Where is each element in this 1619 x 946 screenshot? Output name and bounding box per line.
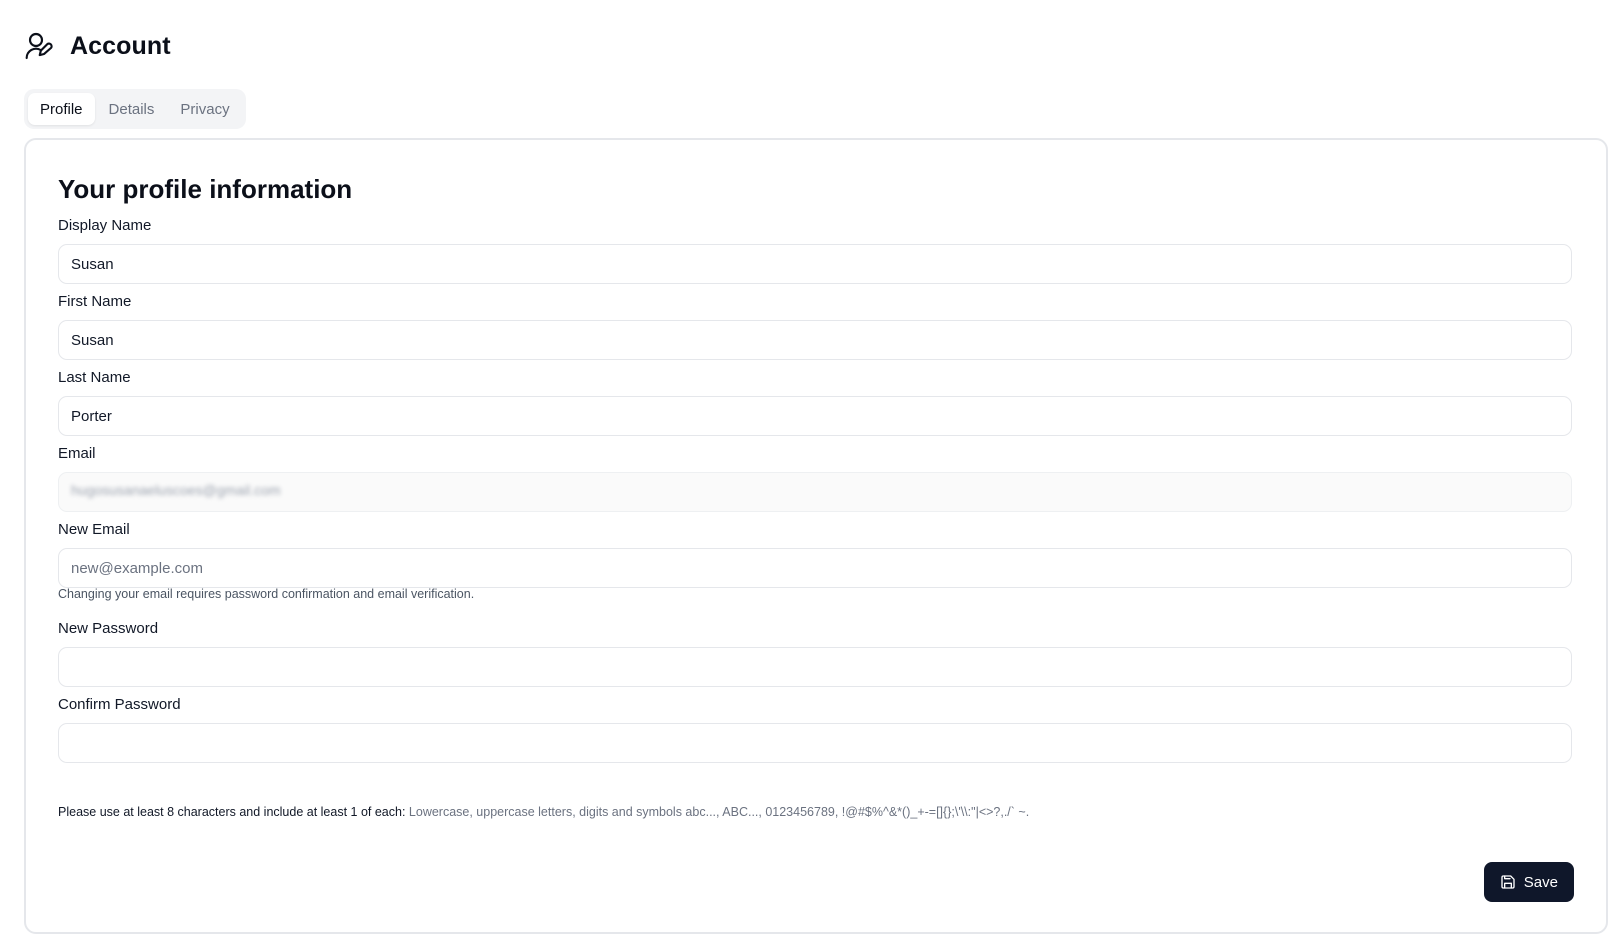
confirm-password-label: Confirm Password — [58, 696, 181, 713]
email-label: Email — [58, 445, 96, 462]
profile-card: Your profile information Display Name Fi… — [24, 138, 1608, 934]
tab-list: Profile Details Privacy — [24, 89, 246, 129]
last-name-group: Last Name — [58, 368, 1572, 436]
user-pen-icon — [24, 30, 56, 62]
page-header: Account — [24, 30, 171, 62]
tab-privacy[interactable]: Privacy — [168, 93, 241, 125]
email-field — [58, 472, 1572, 512]
new-email-label: New Email — [58, 521, 130, 538]
save-button[interactable]: Save — [1483, 862, 1574, 902]
save-button-label: Save — [1523, 873, 1558, 891]
email-group: Email hugosusanaeluscoes@gmail.com — [58, 444, 1572, 512]
new-password-label: New Password — [58, 620, 159, 637]
last-name-label: Last Name — [58, 369, 131, 386]
first-name-label: First Name — [58, 293, 132, 310]
tab-profile[interactable]: Profile — [28, 93, 95, 125]
confirm-password-group: Confirm Password — [58, 695, 1572, 763]
password-requirements: Please use at least 8 characters and inc… — [58, 805, 1029, 819]
display-name-input[interactable] — [58, 244, 1572, 284]
card-title: Your profile information — [58, 174, 353, 204]
display-name-group: Display Name — [58, 216, 1572, 284]
password-requirements-detail: Lowercase, uppercase letters, digits and… — [405, 805, 1030, 819]
tab-details[interactable]: Details — [97, 93, 167, 125]
new-email-hint: Changing your email requires password co… — [58, 587, 475, 601]
save-icon — [1500, 874, 1516, 890]
page-title: Account — [70, 31, 171, 60]
new-password-input[interactable] — [58, 647, 1572, 687]
first-name-group: First Name — [58, 292, 1572, 360]
new-email-input[interactable] — [58, 548, 1572, 588]
first-name-input[interactable] — [58, 320, 1572, 360]
password-requirements-lead: Please use at least 8 characters and inc… — [58, 805, 406, 819]
confirm-password-input[interactable] — [58, 723, 1572, 763]
display-name-label: Display Name — [58, 217, 152, 234]
new-email-group: New Email — [58, 520, 1572, 588]
new-password-group: New Password — [58, 619, 1572, 687]
last-name-input[interactable] — [58, 396, 1572, 436]
